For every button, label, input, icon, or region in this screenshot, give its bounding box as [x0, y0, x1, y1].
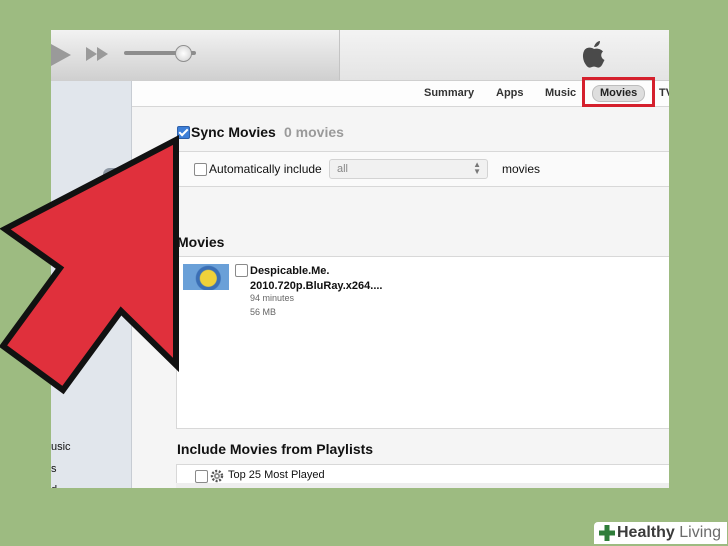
red-pointer-arrow [0, 135, 179, 395]
watermark-brand-light: Living [679, 524, 722, 541]
watermark: Healthy Living [594, 522, 728, 544]
plus-icon [599, 525, 615, 541]
watermark-text: Healthy Living [617, 524, 721, 541]
watermark-brand-bold: Healthy [617, 524, 675, 541]
